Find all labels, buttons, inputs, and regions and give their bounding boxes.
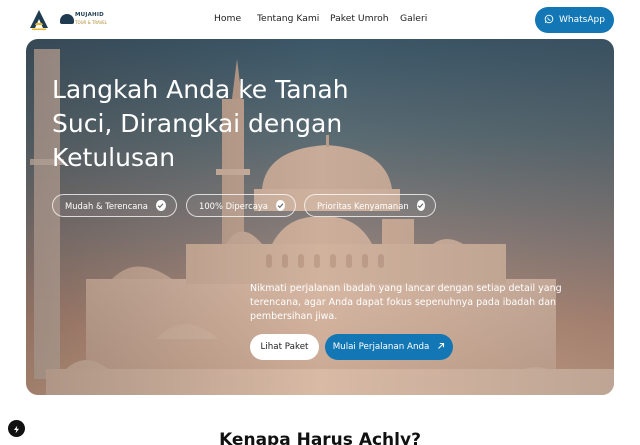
site-header: MUJAHID TOUR & TRAVEL Home Tentang Kami … [0, 0, 640, 40]
check-circle-icon [275, 200, 285, 211]
check-circle-icon [155, 200, 166, 211]
whatsapp-button[interactable]: WhatsApp [535, 7, 614, 33]
badge-label: Prioritas Kenyamanan [317, 200, 409, 211]
nav-home[interactable]: Home [214, 13, 241, 24]
hero-banner: Langkah Anda ke Tanah Suci, Dirangkai de… [26, 39, 614, 395]
badge-prioritas-kenyamanan: Prioritas Kenyamanan [304, 194, 436, 217]
lihat-paket-button[interactable]: Lihat Paket [250, 334, 319, 360]
whatsapp-label: WhatsApp [559, 15, 605, 25]
hero-title: Langkah Anda ke Tanah Suci, Dirangkai de… [52, 75, 349, 172]
mulai-perjalanan-label: Mulai Perjalanan Anda [332, 342, 430, 352]
hero-description: Nikmati perjalanan ibadah yang lancar de… [250, 283, 562, 322]
arrow-up-right-icon [437, 342, 445, 353]
bolt-icon [12, 419, 21, 438]
mulai-perjalanan-button[interactable]: Mulai Perjalanan Anda [325, 334, 453, 360]
nav-tentang-kami[interactable]: Tentang Kami [257, 13, 319, 24]
badge-label: Mudah & Terencana [65, 200, 148, 211]
badge-mudah-terencana: Mudah & Terencana [52, 194, 177, 217]
section-title: Kenapa Harus Achly? [219, 430, 421, 445]
nav-galeri[interactable]: Galeri [400, 13, 427, 24]
badge-label: 100% Dipercaya [199, 200, 268, 211]
floating-badge[interactable] [8, 420, 25, 437]
nav-paket-umroh[interactable]: Paket Umroh [330, 13, 389, 24]
check-circle-icon [416, 200, 425, 211]
whatsapp-icon [544, 14, 554, 27]
badge-100-dipercaya: 100% Dipercaya [186, 194, 296, 217]
